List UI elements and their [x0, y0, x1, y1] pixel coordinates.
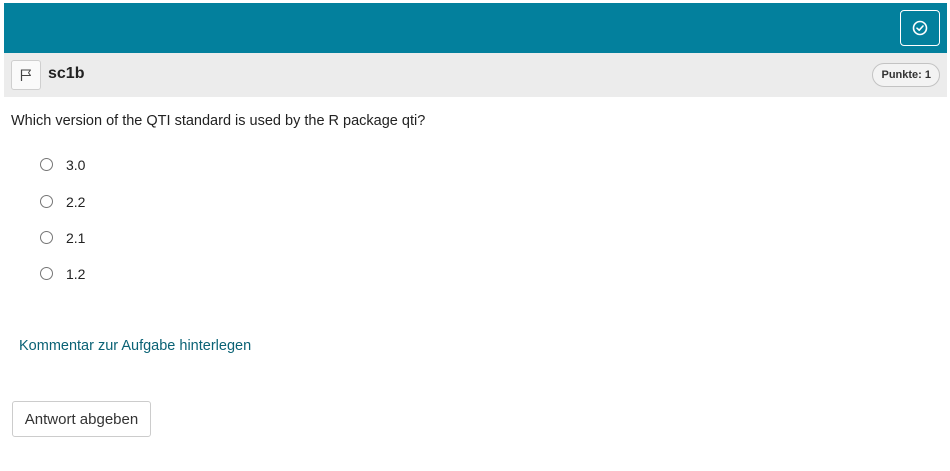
- radio-button[interactable]: [40, 230, 53, 244]
- item-header: sc1b Punkte: 1: [4, 53, 947, 97]
- check-circle-icon: [912, 20, 928, 36]
- flag-icon: [20, 69, 31, 81]
- flag-button[interactable]: [11, 60, 41, 90]
- choice-option[interactable]: 1.2: [40, 264, 85, 284]
- choice-label: 2.2: [66, 194, 86, 210]
- choice-option[interactable]: 2.2: [40, 192, 85, 212]
- radio-button[interactable]: [40, 157, 53, 171]
- top-bar: [4, 3, 947, 53]
- radio-button[interactable]: [40, 266, 53, 280]
- question-text: Which version of the QTI standard is use…: [11, 113, 426, 129]
- choice-label: 2.1: [66, 230, 86, 246]
- choice-option[interactable]: 3.0: [40, 155, 85, 175]
- item-title: sc1b: [48, 65, 85, 82]
- submit-answer-button[interactable]: Antwort abgeben: [12, 401, 151, 437]
- choice-label: 3.0: [66, 157, 86, 173]
- choice-label: 1.2: [66, 266, 86, 282]
- submit-test-button[interactable]: [900, 10, 940, 46]
- choice-option[interactable]: 2.1: [40, 228, 85, 248]
- points-badge: Punkte: 1: [872, 63, 940, 87]
- radio-button[interactable]: [40, 194, 53, 208]
- comment-link[interactable]: Kommentar zur Aufgabe hinterlegen: [19, 338, 251, 354]
